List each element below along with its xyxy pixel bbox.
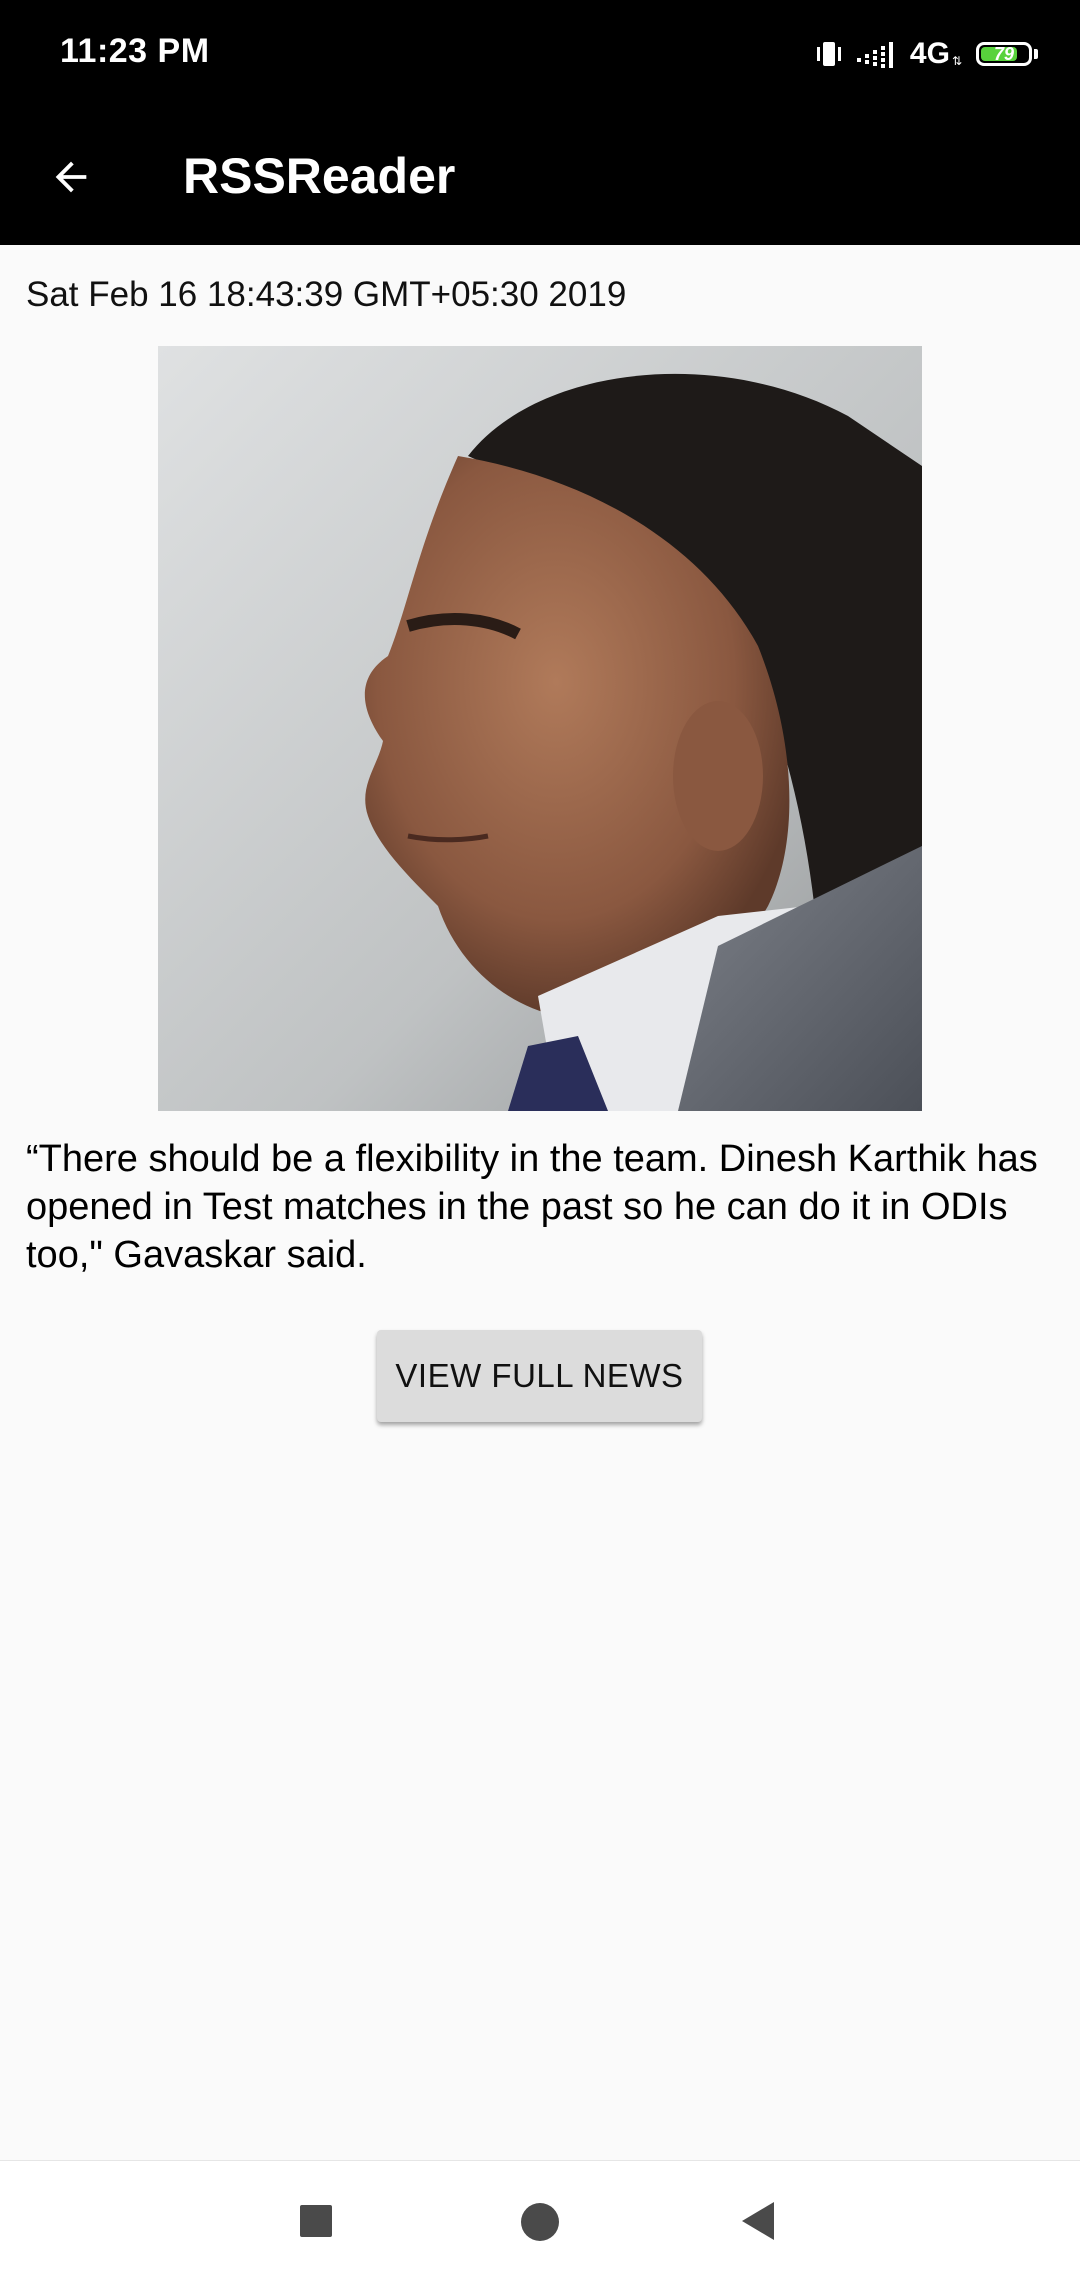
status-time: 11:23 PM [60, 32, 210, 70]
app-title: RSSReader [183, 148, 456, 204]
network-indicator: ⇅ [951, 54, 962, 68]
view-full-news-button[interactable]: VIEW FULL NEWS [377, 1330, 702, 1422]
article-date: Sat Feb 16 18:43:39 GMT+05:30 2019 [26, 275, 627, 314]
battery-icon: 79 [976, 42, 1032, 66]
system-nav-bar [0, 2160, 1080, 2281]
vibrate-icon [816, 42, 841, 66]
back-icon[interactable] [742, 2202, 774, 2240]
status-icons: 4G ⇅ 79 [816, 36, 1038, 72]
signal-icon [856, 42, 893, 68]
arrow-back-icon [55, 161, 87, 193]
back-button[interactable] [30, 136, 112, 218]
battery-tip [1034, 49, 1038, 59]
network-type: 4G [909, 37, 950, 70]
article-description: “There should be a flexibility in the te… [26, 1138, 1038, 1276]
recent-apps-icon[interactable] [300, 2205, 332, 2237]
article-image [158, 346, 922, 1111]
portrait-image [158, 346, 922, 1111]
app-bar: RSSReader [0, 108, 1080, 245]
home-icon[interactable] [521, 2203, 559, 2241]
battery-level: 79 [993, 43, 1015, 64]
status-bar: 11:23 PM 4G ⇅ 79 [0, 0, 1080, 108]
